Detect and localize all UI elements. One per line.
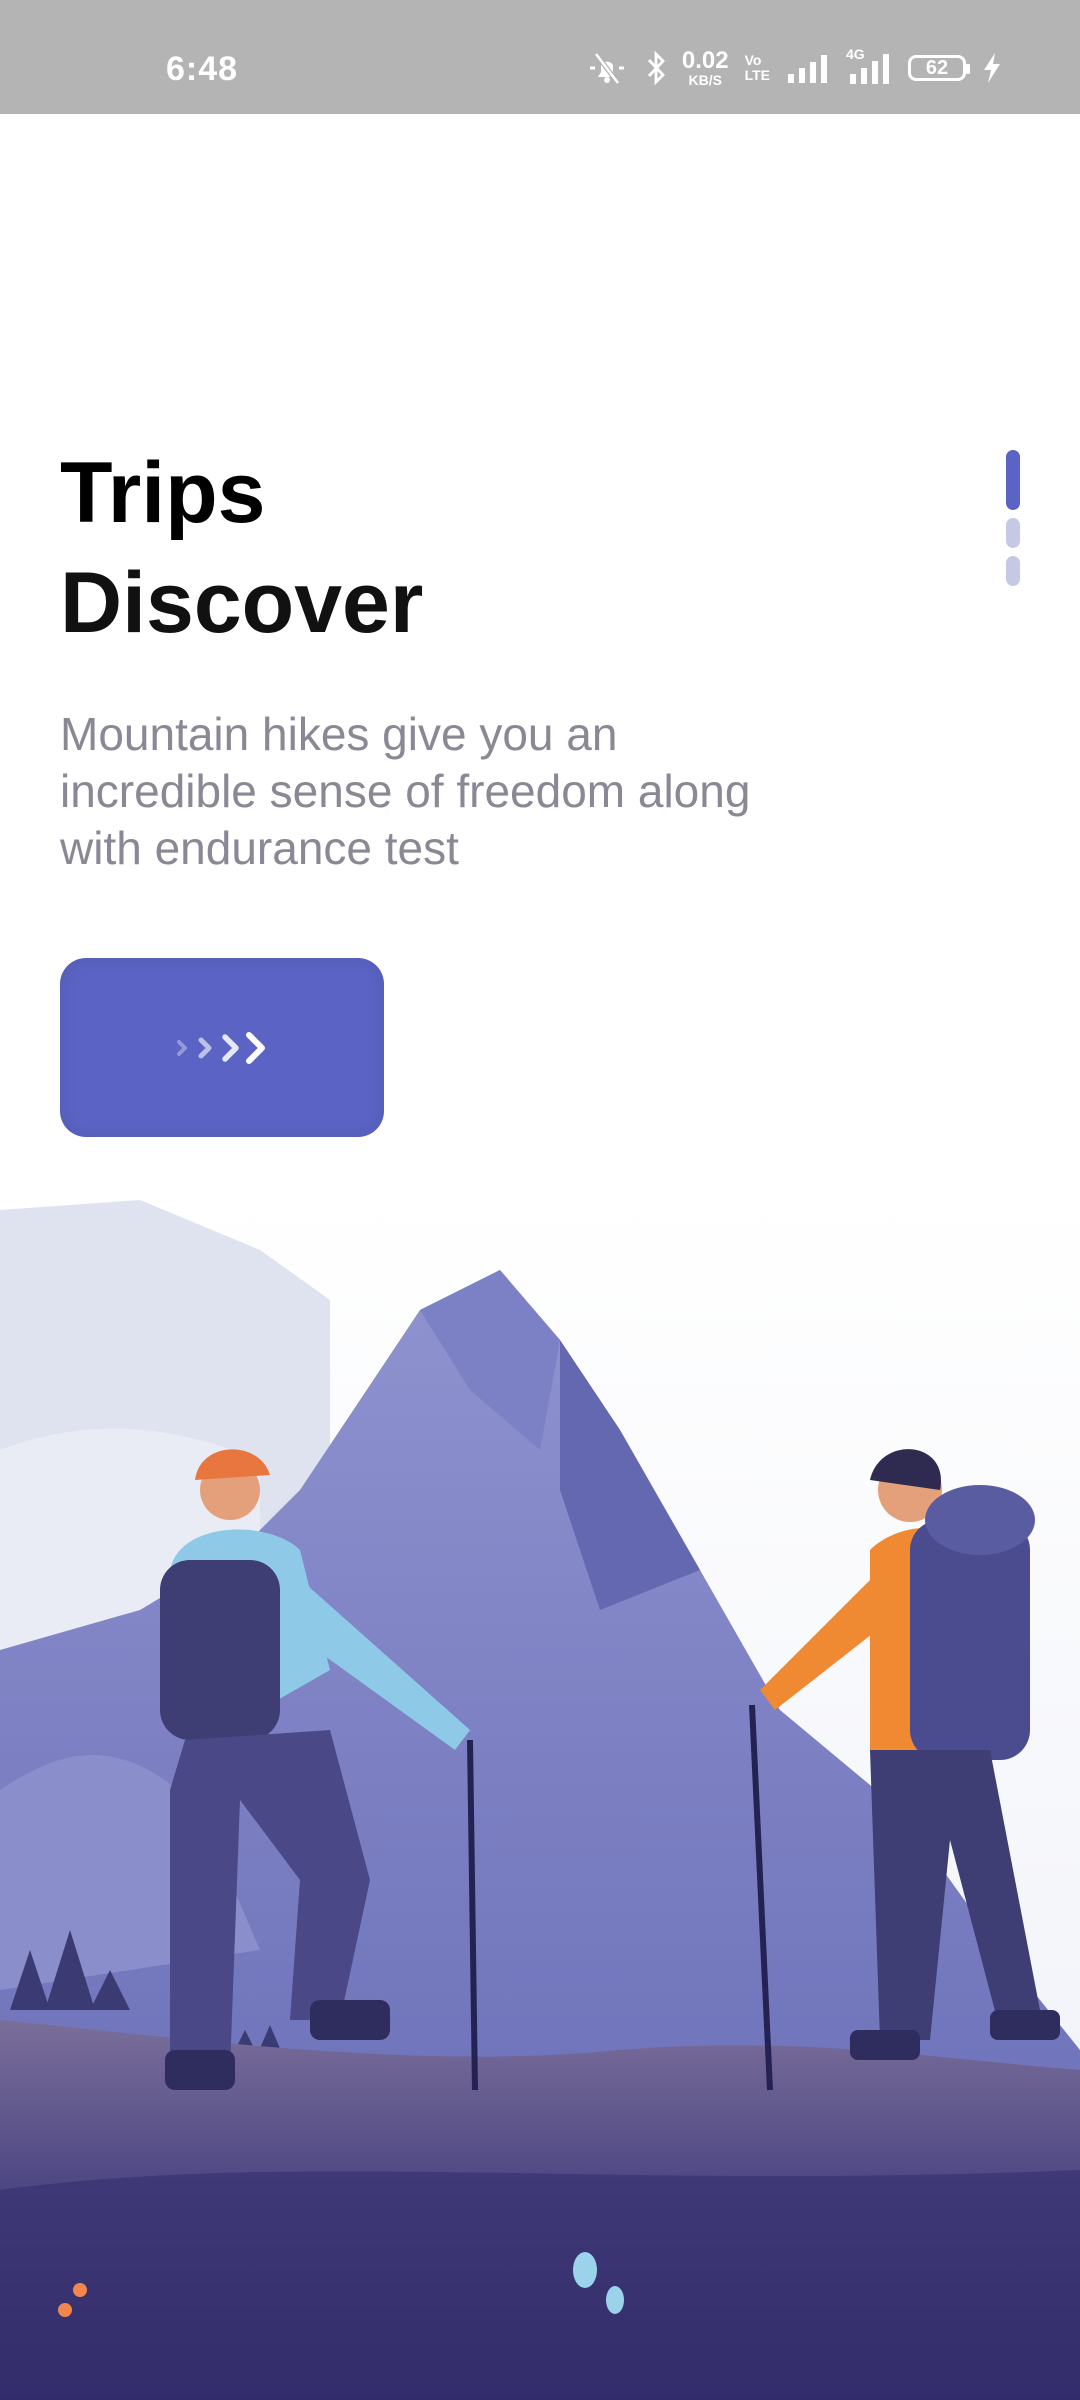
- chevrons-right-icon: [177, 1031, 265, 1064]
- charging-bolt-icon: [984, 53, 1000, 83]
- bluetooth-icon: [647, 51, 665, 85]
- signal-4g: 4G: [846, 46, 892, 86]
- page-title: Trips: [60, 445, 266, 541]
- volte-bottom: LTE: [744, 67, 770, 83]
- battery-indicator: 62: [908, 55, 970, 81]
- page-indicator-dot: [1006, 518, 1020, 548]
- status-icons: 0.02 KB/S Vo LTE 4G 62: [582, 46, 1002, 88]
- page-indicator: [1006, 450, 1020, 586]
- signal-4g-icon: [850, 54, 889, 84]
- network-speed: 0.02 KB/S: [681, 47, 729, 88]
- network-speed-unit: KB/S: [688, 72, 722, 88]
- volte-indicator: Vo LTE: [745, 53, 770, 82]
- network-speed-value: 0.02: [681, 47, 729, 74]
- page-indicator-dot: [1006, 556, 1020, 586]
- signal-icon: [788, 55, 827, 83]
- page-description: Mountain hikes give you an incredible se…: [60, 708, 751, 874]
- volte-top: Vo: [744, 52, 762, 69]
- page-subtitle: Discover: [60, 555, 424, 651]
- mute-bell-icon: [589, 52, 624, 85]
- status-time: 6:48: [166, 50, 239, 88]
- status-bar: 6:48 0.02 KB/S Vo LTE 4G 62: [0, 0, 1080, 114]
- page-indicator-dot-active: [1006, 450, 1020, 510]
- hikers-illustration: [0, 1190, 1080, 2400]
- battery-level: 62: [925, 56, 949, 79]
- next-button[interactable]: [60, 958, 384, 1137]
